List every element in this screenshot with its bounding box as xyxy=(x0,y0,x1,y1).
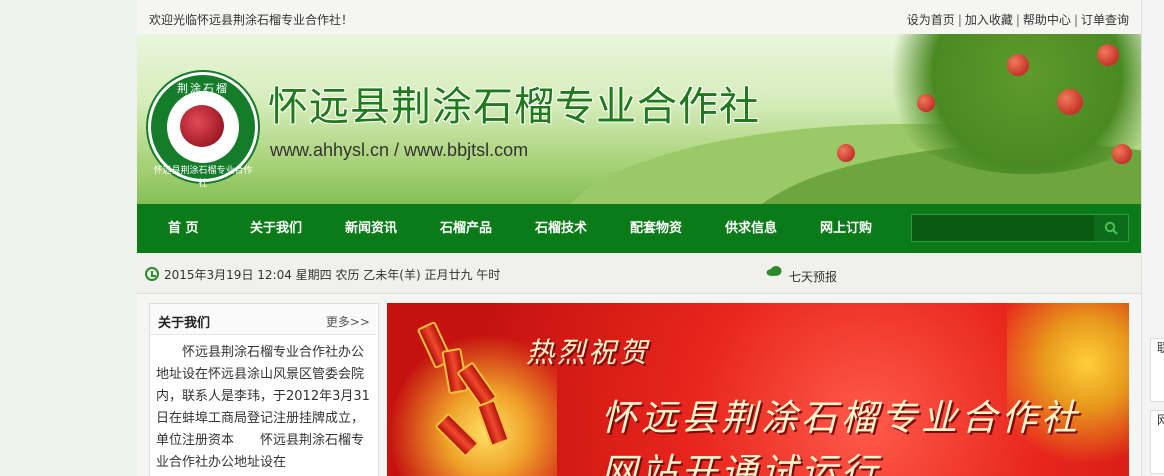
side-chip-2[interactable]: 网 xyxy=(1150,410,1164,474)
clock-icon xyxy=(145,267,159,281)
header-banner: 荆涂石榴 怀远县荆涂石榴专业合作社 怀远县荆涂石榴专业合作社 www.ahhys… xyxy=(137,34,1141,204)
nav-item-products[interactable]: 石榴产品 xyxy=(440,204,492,253)
logo-text-top: 荆涂石榴 xyxy=(177,82,229,95)
add-favorite-link[interactable]: 加入收藏 xyxy=(965,13,1013,27)
top-links: 设为首页 | 加入收藏 | 帮助中心 | 订单查询 xyxy=(906,13,1129,27)
search-button[interactable] xyxy=(1094,215,1128,241)
about-us-text: 怀远县荆涂石榴专业合作社办公地址设在怀远县涂山风景区管委会院内，联系人是李玮，于… xyxy=(156,345,370,470)
date-time-text: 2015年3月19日 12:04 星期四 农历 乙未年(羊) 正月廿九 午时 xyxy=(164,268,501,282)
search-input[interactable] xyxy=(916,218,1092,240)
welcome-text: 欢迎光临怀远县荆涂石榴专业合作社！ xyxy=(149,13,354,27)
about-us-header: 关于我们 更多>> xyxy=(150,304,376,335)
info-bar: 2015年3月19日 12:04 星期四 农历 乙未年(羊) 正月廿九 午时 七… xyxy=(137,253,1141,294)
celebration-slideshow[interactable]: 热烈祝贺 怀远县荆涂石榴专业合作社 网站开通试运行 xyxy=(387,303,1129,476)
slide-heading: 热烈祝贺 xyxy=(526,336,651,369)
pomegranate-fruit xyxy=(917,94,935,112)
search-box xyxy=(911,214,1129,242)
site-title: 怀远县荆涂石榴专业合作社 xyxy=(268,84,760,130)
pomegranate-fruit xyxy=(1057,89,1083,115)
pomegranate-fruit xyxy=(1112,144,1132,164)
side-chip-1[interactable]: 联 xyxy=(1150,338,1164,402)
logo-text-bottom: 怀远县荆涂石榴专业合作社 xyxy=(153,166,253,189)
about-us-more-link[interactable]: 更多>> xyxy=(326,313,370,330)
slide-org-name: 怀远县荆涂石榴专业合作社 xyxy=(601,398,1082,439)
search-icon xyxy=(1104,221,1118,235)
pomegranate-fruit xyxy=(1007,54,1029,76)
nav-item-about[interactable]: 关于我们 xyxy=(250,204,302,253)
page-container: 欢迎光临怀远县荆涂石榴专业合作社！ 设为首页 | 加入收藏 | 帮助中心 | 订单查询 荆涂… xyxy=(137,0,1141,476)
pomegranate-fruit xyxy=(837,144,855,162)
nav-item-supply-demand[interactable]: 供求信息 xyxy=(725,204,777,253)
coop-logo[interactable]: 荆涂石榴 怀远县荆涂石榴专业合作社 xyxy=(148,72,258,189)
pomegranate-fruit xyxy=(1097,44,1119,66)
about-us-title: 关于我们 xyxy=(158,316,211,331)
nav-item-home[interactable]: 首 页 xyxy=(168,204,199,253)
seven-day-forecast-link[interactable]: 七天预报 xyxy=(789,268,837,285)
site-url: www.ahhysl.cn / www.bbjtsl.com xyxy=(270,140,529,160)
nav-item-news[interactable]: 新闻资讯 xyxy=(345,204,397,253)
slide-launch-text: 网站开通试运行 xyxy=(601,452,882,476)
main-nav: 首 页 关于我们 新闻资讯 石榴产品 石榴技术 配套物资 供求信息 网上订购 xyxy=(137,204,1141,253)
nav-item-supplies[interactable]: 配套物资 xyxy=(630,204,682,253)
cloud-icon xyxy=(766,266,782,276)
nav-item-online-order[interactable]: 网上订购 xyxy=(820,204,872,253)
set-homepage-link[interactable]: 设为首页 xyxy=(907,13,955,27)
order-query-link[interactable]: 订单查询 xyxy=(1081,13,1129,27)
help-center-link[interactable]: 帮助中心 xyxy=(1023,13,1071,27)
top-bar: 欢迎光临怀远县荆涂石榴专业合作社！ 设为首页 | 加入收藏 | 帮助中心 | 订单查询 xyxy=(137,0,1141,34)
logo-pomegranate-icon xyxy=(180,105,224,147)
side-panel-edge: 联 网 xyxy=(1141,0,1164,476)
nav-item-technology[interactable]: 石榴技术 xyxy=(535,204,587,253)
about-us-panel: 关于我们 更多>> 怀远县荆涂石榴专业合作社办公地址设在怀远县涂山风景区管委会院… xyxy=(149,303,379,476)
